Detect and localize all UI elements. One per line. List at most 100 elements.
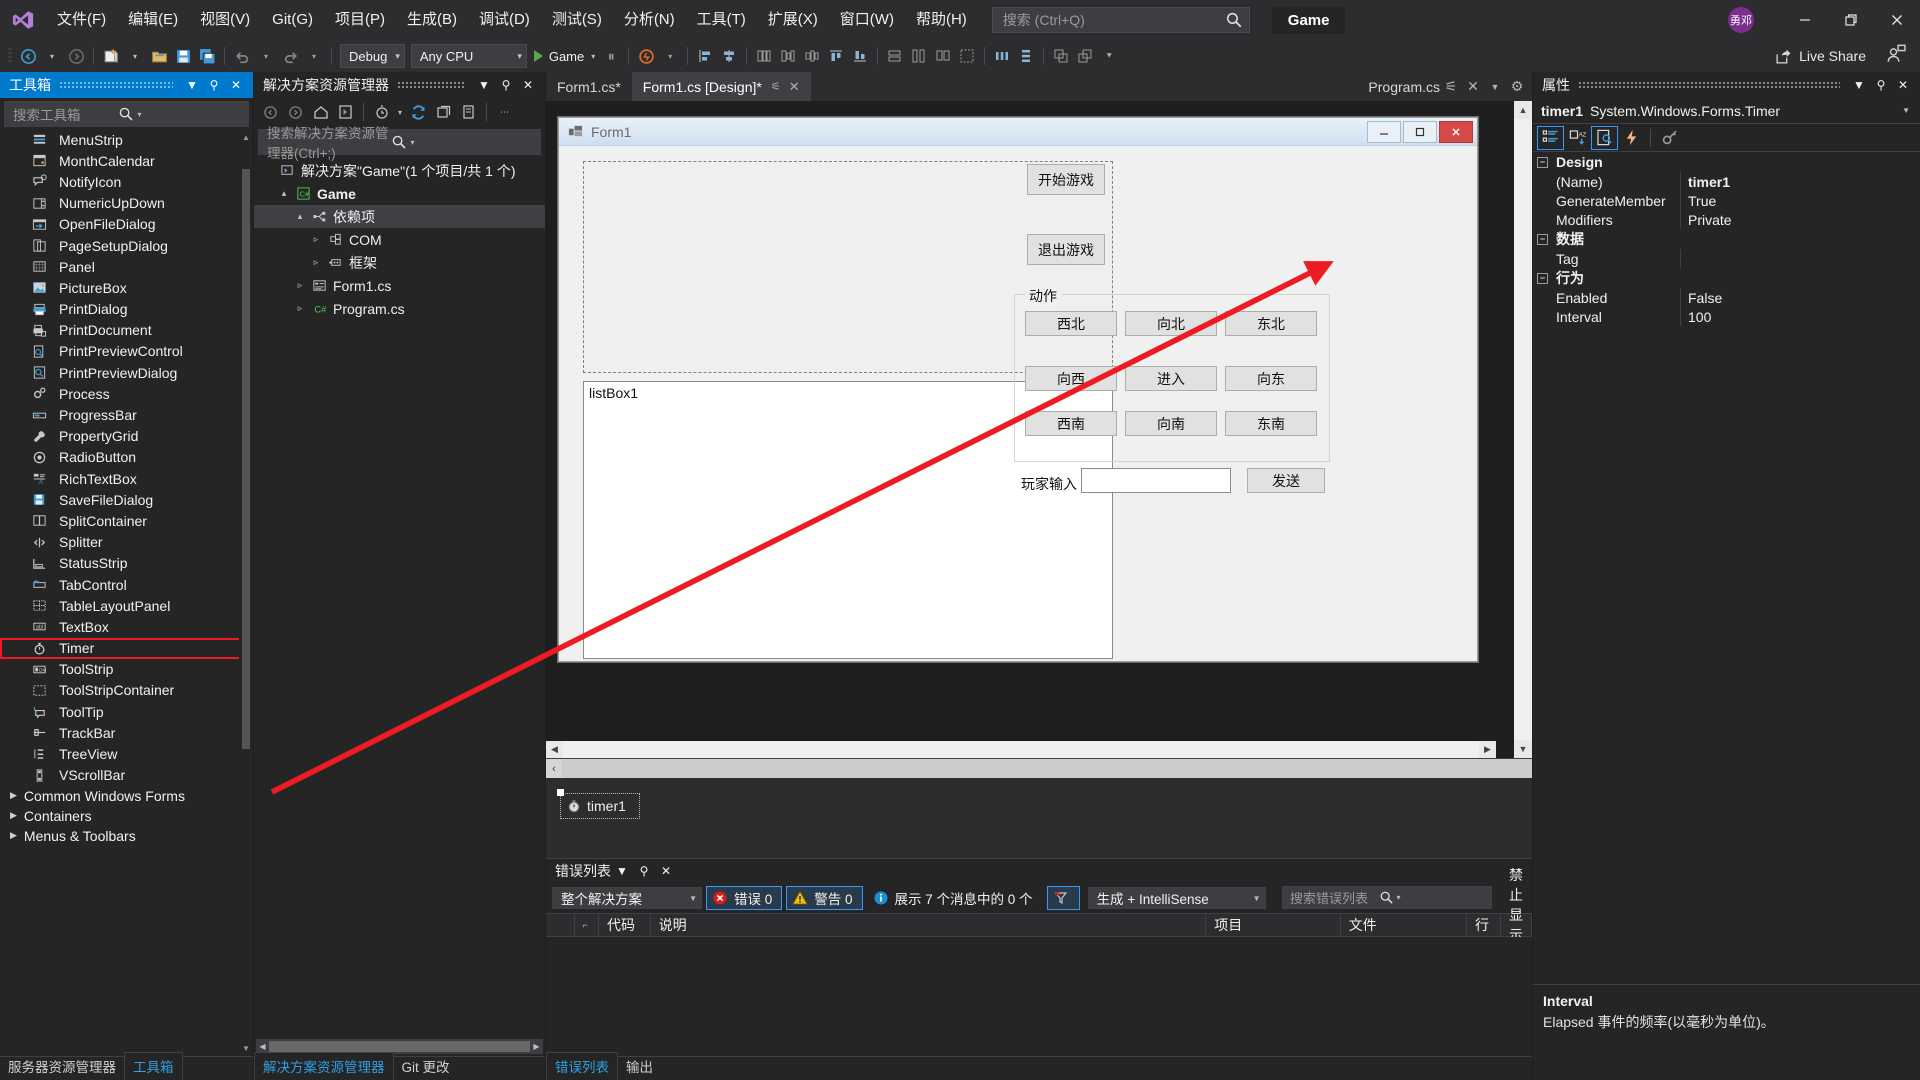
pending-changes-icon[interactable] (369, 100, 394, 124)
toolbox-item-toolstrip[interactable]: DM ToolStrip (0, 659, 253, 680)
toolbox-item-picturebox[interactable]: PictureBox (0, 277, 253, 298)
toolbox-item-printdialog[interactable]: PrintDialog (0, 299, 253, 320)
close-icon[interactable]: ✕ (789, 79, 800, 95)
chevron-down-icon[interactable]: ▼ (473, 75, 495, 95)
scroll-left-icon[interactable]: ◀ (256, 1042, 269, 1051)
error-list-rows[interactable] (546, 937, 1532, 1056)
pin-icon[interactable]: ⚟ (771, 80, 781, 93)
toolbox-scrollbar[interactable]: ▲ ▼ (239, 129, 253, 1056)
collapse-icon[interactable]: − (1537, 272, 1548, 284)
panel-drag-dots[interactable] (1578, 81, 1840, 89)
chevron-down-icon[interactable]: ▾ (1394, 893, 1489, 902)
chevron-down-icon[interactable]: ▾ (134, 110, 247, 119)
scroll-thumb[interactable] (269, 1041, 530, 1052)
align-centers-button[interactable] (717, 43, 741, 69)
bring-to-front-button[interactable] (1049, 43, 1073, 69)
align-right-edges-button[interactable] (800, 43, 824, 69)
column-suppression-state[interactable]: 禁止显示状态 (1501, 867, 1533, 983)
toolbox-group-menus-toolbars[interactable]: ▶ Menus & Toolbars (0, 826, 253, 846)
toolbox-item-panel[interactable]: Panel (0, 256, 253, 277)
menu-test[interactable]: 测试(S) (541, 0, 613, 40)
properties-icon[interactable] (456, 100, 481, 124)
toolbox-item-tablelayoutpanel[interactable]: TableLayoutPanel (0, 595, 253, 616)
refresh-icon[interactable] (406, 100, 431, 124)
restore-icon[interactable] (1828, 0, 1874, 40)
run-options-button[interactable]: ⏸ (599, 43, 623, 69)
align-center-horizontal-button[interactable] (776, 43, 800, 69)
save-all-button[interactable] (195, 43, 219, 69)
menu-project[interactable]: 项目(P) (324, 0, 396, 40)
toolbox-item-notifyicon[interactable]: NotifyIcon (0, 171, 253, 192)
toolbox-item-radiobutton[interactable]: RadioButton (0, 447, 253, 468)
expander-icon[interactable]: ▴ (292, 211, 308, 222)
home-icon[interactable] (308, 100, 333, 124)
toolbox-item-toolstripcontainer[interactable]: ToolStripContainer (0, 680, 253, 701)
preview-tab-label[interactable]: Program.cs (1368, 79, 1440, 95)
component-tray[interactable]: ‹ timer1 (546, 758, 1532, 858)
property-row-interval[interactable]: Interval 100 (1533, 307, 1920, 326)
hot-reload-button[interactable] (634, 43, 658, 69)
toolbox-item-numericupdown[interactable]: NumericUpDown (0, 193, 253, 214)
scroll-down-icon[interactable]: ▼ (1514, 740, 1532, 758)
size-to-grid-button[interactable] (955, 43, 979, 69)
menu-build[interactable]: 生成(B) (396, 0, 468, 40)
property-row-generatemember[interactable]: GenerateMember True (1533, 191, 1920, 210)
player-input-textbox[interactable] (1081, 468, 1231, 493)
scroll-right-icon[interactable]: ▶ (1479, 741, 1496, 758)
menu-extensions[interactable]: 扩展(X) (757, 0, 829, 40)
toolbar-grip[interactable] (6, 47, 14, 65)
tab-toolbox[interactable]: 工具箱 (124, 1052, 183, 1080)
alphabetical-icon[interactable]: AZ (1564, 126, 1591, 150)
scroll-track[interactable] (563, 741, 1479, 758)
toolbox-group-common-windows-forms[interactable]: ▶ Common Windows Forms (0, 786, 253, 806)
scroll-up-icon[interactable]: ▲ (239, 129, 253, 145)
tray-splitter[interactable] (562, 759, 1532, 778)
designer-canvas[interactable]: Form1 listBox1 开始游戏 退出游戏 动作 西北 向北 东北 向西 … (546, 101, 1514, 758)
menu-window[interactable]: 窗口(W) (829, 0, 905, 40)
designer-vscrollbar[interactable]: ▲ ▼ (1514, 101, 1532, 758)
start-debug-button[interactable]: Game ▾ (530, 43, 599, 69)
make-same-width-button[interactable] (883, 43, 907, 69)
toolbox-item-propertygrid[interactable]: PropertyGrid (0, 426, 253, 447)
pin-icon[interactable]: ⚲ (633, 861, 655, 881)
expander-icon[interactable]: ▹ (292, 280, 308, 291)
toolbox-item-vscrollbar[interactable]: VScrollBar (0, 765, 253, 786)
property-group-行为[interactable]: − 行为 (1533, 268, 1920, 288)
toolbox-item-printpreviewdialog[interactable]: PrintPreviewDialog (0, 362, 253, 383)
quit-game-button[interactable]: 退出游戏 (1027, 234, 1105, 265)
solution-explorer-search-input[interactable]: 搜索解决方案资源管理器(Ctrl+;) ▾ (258, 126, 541, 161)
toolbox-group-containers[interactable]: ▶ Containers (0, 806, 253, 826)
property-row-enabled[interactable]: Enabled False (1533, 288, 1920, 307)
minimize-icon[interactable] (1782, 0, 1828, 40)
toolbox-item-list[interactable]: MenuStrip MonthCalendar NotifyIcon NumericU… (0, 129, 253, 1056)
open-file-button[interactable] (147, 43, 171, 69)
platform-combo[interactable]: Any CPU ▾ (410, 44, 527, 68)
menu-debug[interactable]: 调试(D) (468, 0, 541, 40)
tab-form1-cs[interactable]: Form1.cs* (546, 72, 632, 101)
error-list-search-input[interactable]: 搜索错误列表 ▾ (1282, 886, 1492, 909)
pin-icon[interactable]: ⚲ (495, 75, 517, 95)
panel-drag-dots[interactable] (59, 81, 173, 89)
errors-filter-button[interactable]: 错误 0 (706, 886, 783, 910)
navigate-forward-button[interactable] (64, 43, 88, 69)
scroll-track[interactable] (1514, 119, 1532, 740)
tray-collapse-icon[interactable]: ‹ (546, 759, 562, 778)
property-group-数据[interactable]: − 数据 (1533, 229, 1920, 249)
error-scope-combo[interactable]: 整个解决方案 ▼ (552, 887, 702, 909)
make-same-height-button[interactable] (907, 43, 931, 69)
menu-tools[interactable]: 工具(T) (686, 0, 757, 40)
tab-git-changes[interactable]: Git 更改 (394, 1053, 458, 1080)
chevron-down-icon[interactable]: ▼ (611, 861, 633, 881)
properties-object-combo[interactable]: timer1 System.Windows.Forms.Timer ▼ (1533, 98, 1920, 124)
property-value[interactable]: Private (1681, 212, 1920, 228)
expander-icon[interactable]: ▹ (308, 234, 324, 245)
close-icon[interactable]: ✕ (1462, 78, 1484, 95)
chevron-down-icon[interactable]: ▾ (407, 138, 539, 147)
menu-view[interactable]: 视图(V) (189, 0, 261, 40)
properties-icon[interactable] (1591, 125, 1618, 150)
chevron-down-icon[interactable]: ▼ (1902, 106, 1916, 115)
property-row-modifiers[interactable]: Modifiers Private (1533, 210, 1920, 229)
tray-component-timer1[interactable]: timer1 (557, 789, 640, 819)
align-tops-button[interactable] (824, 43, 848, 69)
scroll-up-icon[interactable]: ▲ (1514, 101, 1532, 119)
